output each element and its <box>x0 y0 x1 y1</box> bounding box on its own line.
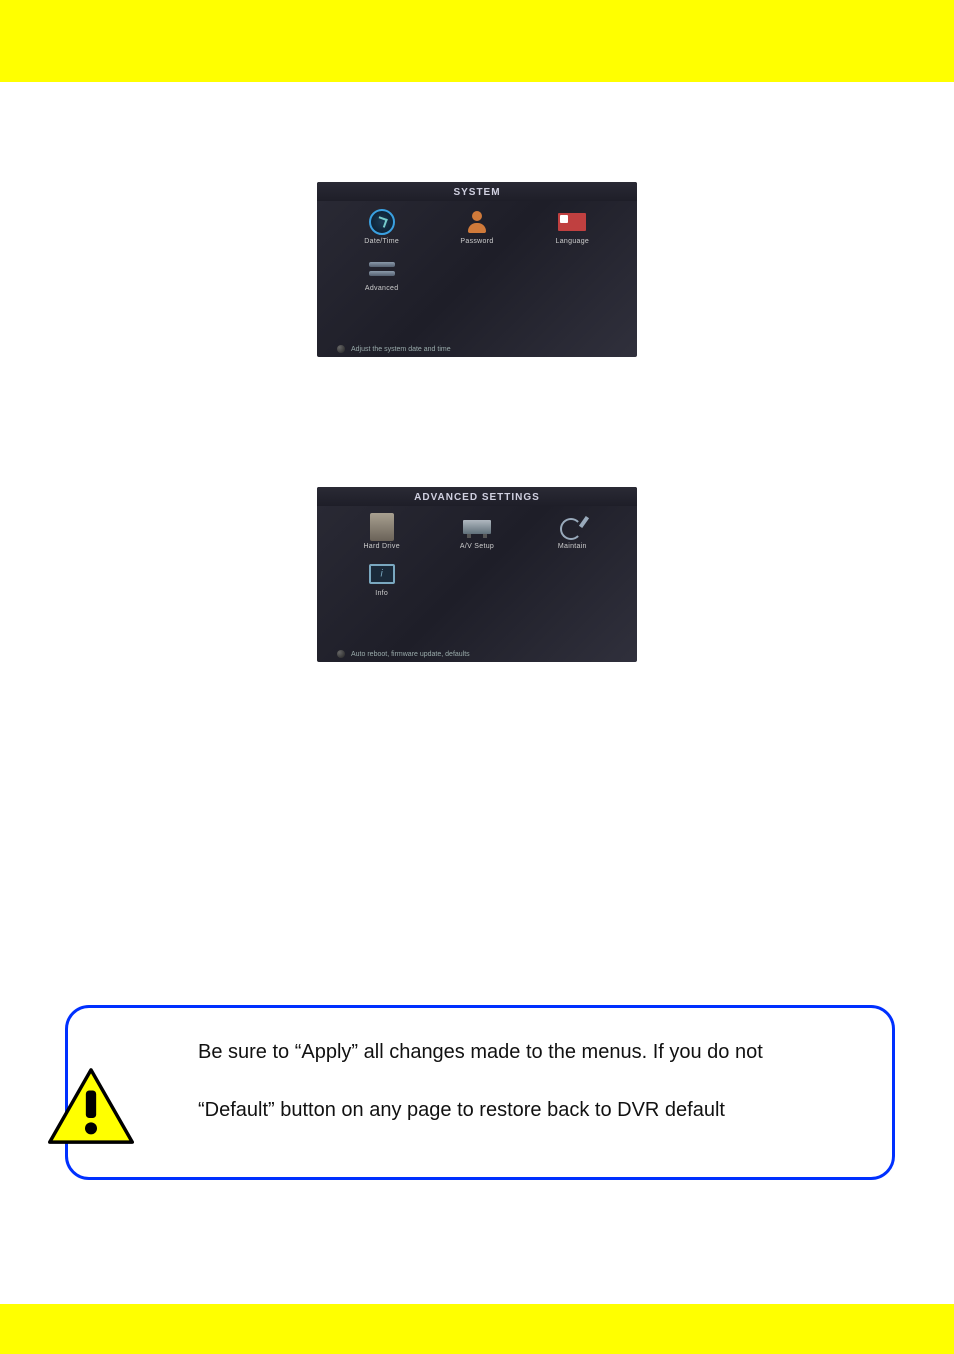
menu-item-info[interactable]: Info <box>337 559 426 600</box>
menu-item-label: Date/Time <box>337 238 426 245</box>
menu-item-label: Language <box>528 238 617 245</box>
advanced-icon-grid: Hard Drive A/V Setup Maintain Info <box>317 506 637 604</box>
warning-icon <box>48 1068 134 1144</box>
advanced-menu-hint: Auto reboot, firmware update, defaults <box>337 650 470 658</box>
hard-drive-icon <box>367 515 397 539</box>
menu-item-av-setup[interactable]: A/V Setup <box>432 512 521 553</box>
menu-item-label: Info <box>337 590 426 597</box>
menu-item-label: Maintain <box>528 543 617 550</box>
info-icon <box>367 562 397 586</box>
date-time-icon <box>367 210 397 234</box>
bottom-banner <box>0 1304 954 1354</box>
system-icon-grid: Date/Time Password Language Advanced <box>317 201 637 299</box>
page-content: SYSTEM Date/Time Password Language Advan… <box>0 82 954 692</box>
note-text: Be sure to “Apply” all changes made to t… <box>198 1038 862 1124</box>
menu-item-label: A/V Setup <box>432 543 521 550</box>
menu-item-date-time[interactable]: Date/Time <box>337 207 426 248</box>
menu-item-label: Password <box>432 238 521 245</box>
system-menu-title: SYSTEM <box>317 182 637 201</box>
menu-item-maintain[interactable]: Maintain <box>528 512 617 553</box>
note-box: Be sure to “Apply” all changes made to t… <box>65 1005 895 1180</box>
menu-item-hard-drive[interactable]: Hard Drive <box>337 512 426 553</box>
menu-item-advanced[interactable]: Advanced <box>337 254 426 295</box>
advanced-settings-screenshot: ADVANCED SETTINGS Hard Drive A/V Setup M… <box>317 487 637 662</box>
menu-item-label: Hard Drive <box>337 543 426 550</box>
language-icon <box>557 210 587 234</box>
note-line-2: “Default” button on any page to restore … <box>198 1096 862 1124</box>
system-menu-screenshot: SYSTEM Date/Time Password Language Advan… <box>317 182 637 357</box>
menu-item-label: Advanced <box>337 285 426 292</box>
advanced-icon <box>367 257 397 281</box>
password-icon <box>462 210 492 234</box>
system-menu-hint: Adjust the system date and time <box>337 345 451 353</box>
note-line-1: Be sure to “Apply” all changes made to t… <box>198 1038 862 1066</box>
av-setup-icon <box>462 515 492 539</box>
top-banner <box>0 0 954 82</box>
maintain-icon <box>557 515 587 539</box>
menu-item-language[interactable]: Language <box>528 207 617 248</box>
advanced-settings-title: ADVANCED SETTINGS <box>317 487 637 506</box>
menu-item-password[interactable]: Password <box>432 207 521 248</box>
